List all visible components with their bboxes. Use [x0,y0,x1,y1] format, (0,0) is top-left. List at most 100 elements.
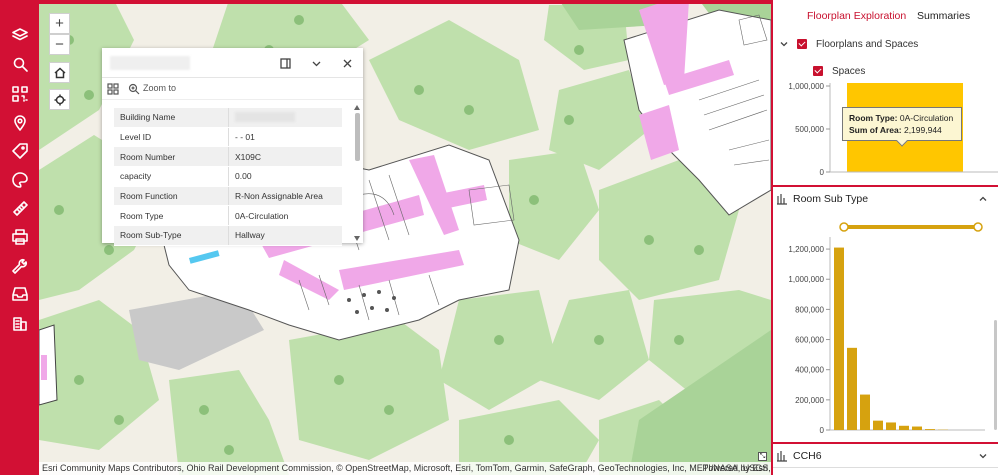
measure-icon[interactable] [10,198,29,217]
tooltip-room-type-value: 0A-Circulation [899,113,954,123]
layers-icon[interactable] [10,25,29,44]
bar [925,429,935,430]
bar [834,247,844,430]
cch6-header[interactable]: CCH6 [773,444,998,468]
y-tick-label: 1,200,000 [788,245,824,254]
chart-tooltip: Room Type: 0A-Circulation Sum of Area: 2… [842,107,962,147]
tooltip-sum-value: 2,199,944 [903,125,942,135]
layer-group-label: Floorplans and Spaces [816,38,919,50]
y-tick-label: 600,000 [795,336,824,345]
expand-icon[interactable]: ⤡ [758,452,767,461]
bar [912,426,922,430]
tab-floorplan-exploration[interactable]: Floorplan Exploration [807,10,906,22]
y-tick-label: 800,000 [795,305,824,314]
cch6-section: CCH6 [773,442,998,466]
attribute-value: R-Non Assignable Area [228,186,342,206]
y-tick-label: 500,000 [795,125,824,134]
layer-group-row[interactable]: Floorplans and Spaces [773,34,998,54]
attribute-row: Room Function R-Non Assignable Area [114,186,342,207]
panel-scrollbar[interactable] [994,320,997,430]
qr-code-icon[interactable] [10,84,29,103]
popup-header [102,48,363,78]
cch6-title: CCH6 [793,450,822,462]
close-icon [343,59,351,67]
wrench-icon[interactable] [10,256,29,275]
room-sub-type-title: Room Sub Type [793,193,869,205]
crosshair-icon [54,94,65,105]
zoom-to-action[interactable]: Zoom to [143,83,176,93]
tag-icon[interactable] [10,141,29,160]
attribution-text: Esri Community Maps Contributors, Ohio R… [42,463,771,473]
right-panel: Floorplan Exploration Summaries Floorpla… [771,0,998,475]
chevron-up-icon[interactable] [978,194,988,204]
spaces-checkbox[interactable] [813,66,823,76]
locate-button[interactable] [49,89,70,110]
zoom-in-button[interactable]: + [49,13,70,34]
search-map-icon[interactable] [10,54,29,73]
attribute-key: Room Sub-Type [120,230,182,241]
attribute-row: Room Type 0A-Circulation [114,206,342,227]
bar-chart-icon [776,193,788,205]
scroll-up-arrow[interactable] [354,105,360,110]
spaces-label: Spaces [832,65,866,77]
attribute-value: 0.00 [228,167,342,186]
print-icon[interactable] [10,227,29,246]
chevron-down-icon [312,61,320,66]
scroll-thumb[interactable] [355,113,360,161]
zoom-to-icon[interactable] [128,83,140,95]
dock-button[interactable] [278,56,292,70]
y-tick-label: 1,000,000 [788,275,824,284]
scroll-down-arrow[interactable] [354,236,360,241]
attribute-value: 0A-Circulation [228,206,342,226]
home-icon [53,66,66,78]
chevron-down-icon[interactable] [978,451,988,461]
attribute-row: capacity 0.00 [114,167,342,187]
attribute-row: Room Number X109C [114,147,342,168]
bar [847,347,857,430]
buildings-icon[interactable] [10,313,29,332]
close-button[interactable] [340,56,354,70]
range-handle-right [973,222,983,232]
attribute-row: Building Name [114,108,342,128]
inbox-icon[interactable] [10,284,29,303]
bar [873,420,883,430]
grid-icon[interactable] [107,83,119,95]
popup-title-redacted [110,56,190,70]
feature-popup: Zoom to Building Name Level ID - - 01 Room … [102,48,363,246]
attribute-key: capacity [120,171,152,182]
attribute-key: Level ID [120,132,152,143]
attribute-table: Building Name Level ID - - 01 Room Number X1… [114,108,342,246]
panel-tabs: Floorplan Exploration Summaries [773,4,998,30]
range-handle-left [839,222,849,232]
popup-actions: Zoom to [102,78,363,100]
powered-by-esri[interactable]: Powered by Esri [702,462,768,475]
next-section [773,467,998,475]
bar [860,394,870,430]
attribute-row: Level ID - - 01 [114,127,342,148]
home-button[interactable] [49,62,70,83]
room-sub-type-section: Room Sub Type 0 200,000 400,000 600,000 800,… [773,185,998,441]
bar [899,425,909,430]
map-attribution: Esri Community Maps Contributors, Ohio R… [39,462,771,475]
location-pin-icon[interactable] [10,113,29,132]
collapse-button[interactable] [309,56,323,70]
layer-group-checkbox[interactable] [797,39,807,49]
zoom-out-button[interactable]: − [49,34,70,55]
y-tick-label: 400,000 [795,366,824,375]
y-tick-label: 0 [820,168,825,177]
attribute-key: Room Type [120,210,164,221]
app-window: + − ⤡ Esri Community Maps Contributors, … [0,0,998,475]
tab-summaries[interactable]: Summaries [917,10,970,22]
popup-scrollbar[interactable] [353,105,361,241]
attribute-row: Room Sub-Type Hallway [114,226,342,246]
attribute-value: - - 01 [228,127,342,147]
room-sub-type-chart: 0 200,000 400,000 600,000 800,000 1,000,000 1,… [788,222,985,435]
attribute-key: Room Number [120,151,176,162]
bar-chart-icon [776,450,788,462]
chevron-down-icon[interactable] [779,39,789,49]
layer-row-spaces[interactable]: Spaces [773,61,998,81]
room-sub-type-header[interactable]: Room Sub Type [773,187,998,211]
y-tick-label: 1,000,000 [788,83,824,91]
attribute-key: Building Name [120,112,176,123]
palette-icon[interactable] [10,170,29,189]
